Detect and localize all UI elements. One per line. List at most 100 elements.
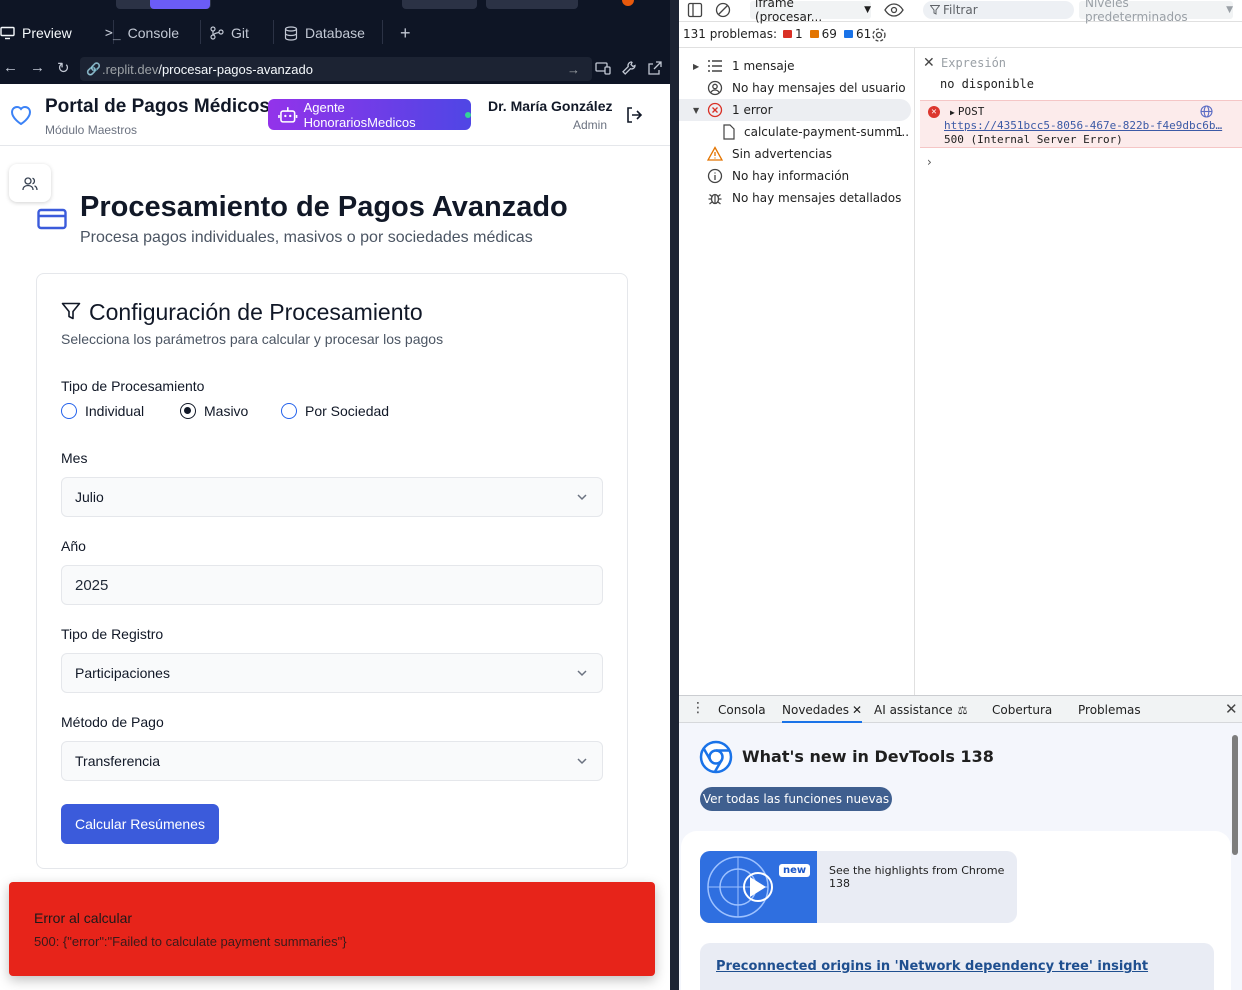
collapse-arrow-icon[interactable]: ▼ — [693, 106, 699, 115]
sidebar-item-user-messages[interactable]: No hay mensajes del usuario — [679, 77, 915, 99]
payment-method-value: Transferencia — [75, 753, 161, 769]
sidebar-item-warnings[interactable]: Sin advertencias — [679, 143, 915, 165]
error-method-label: POST — [957, 105, 985, 118]
close-tab-icon[interactable]: ✕ — [852, 703, 862, 717]
network-globe-icon[interactable] — [1200, 105, 1213, 118]
tab-consola[interactable]: Consola — [718, 703, 766, 717]
sidebar-item-errors[interactable]: ▼ 1 error — [679, 99, 911, 121]
sidebar-item-label: calculate-payment-summ... — [744, 125, 910, 139]
live-expression-input[interactable]: Expresión — [941, 56, 1006, 70]
feature-link-card[interactable]: Preconnected origins in 'Network depende… — [700, 943, 1214, 990]
tab-database[interactable]: Database — [284, 18, 365, 48]
link-icon: 🔗 — [86, 62, 101, 76]
month-select[interactable]: Julio — [61, 477, 603, 517]
expand-arrow-icon[interactable]: ▶ — [950, 108, 955, 117]
replit-top-control[interactable] — [486, 0, 578, 9]
year-label: Año — [61, 538, 86, 554]
config-card: Configuración de Procesamiento Seleccion… — [36, 273, 628, 869]
sidebar-toggle-icon[interactable] — [687, 2, 703, 18]
error-url-link[interactable]: https://4351bcc5-8056-467e-822b-f4e9dbc6… — [944, 119, 1224, 132]
credit-card-icon — [37, 208, 67, 230]
context-select[interactable]: iframe (procesar... ▼ — [750, 0, 871, 24]
wrench-icon[interactable] — [621, 60, 637, 76]
sidebar-item-messages[interactable]: ▶ 1 mensaje — [679, 55, 915, 77]
calculate-summaries-button[interactable]: Calcular Resúmenes — [61, 804, 219, 844]
user-name: Dr. María González — [488, 98, 613, 114]
add-tab-button[interactable]: + — [400, 18, 411, 48]
terminal-icon: >_ — [105, 25, 121, 41]
tab-cobertura[interactable]: Cobertura — [992, 703, 1052, 717]
error-icon: ✕ — [928, 106, 940, 118]
tab-label: Preview — [22, 25, 72, 41]
sidebar-item-error-source[interactable]: calculate-payment-summ... 1 — [679, 121, 915, 143]
monitor-icon — [0, 26, 15, 40]
forward-arrow-icon[interactable]: → — [30, 59, 45, 76]
pane-divider[interactable] — [670, 0, 679, 990]
url-field[interactable]: 🔗 .replit.dev/procesar-pagos-avanzado → — [80, 57, 592, 81]
console-error-message[interactable]: ✕ ▶ POST https://4351bcc5-8056-467e-822b-… — [920, 100, 1242, 148]
console-prompt-icon[interactable]: › — [927, 155, 932, 169]
highlight-card[interactable]: new See the highlights from Chrome 138 — [700, 851, 1017, 923]
expand-arrow-icon[interactable]: ▶ — [693, 62, 699, 71]
tab-console[interactable]: >_ Console — [105, 18, 179, 48]
back-arrow-icon[interactable]: ← — [3, 59, 18, 76]
eye-icon[interactable] — [884, 3, 904, 17]
replit-top-control[interactable] — [402, 0, 477, 9]
tab-git[interactable]: Git — [210, 18, 249, 48]
settings-gear-icon[interactable] — [871, 27, 887, 43]
external-link-icon[interactable] — [647, 60, 663, 76]
sidebar-item-info[interactable]: No hay información — [679, 165, 915, 187]
tab-label: Console — [127, 25, 180, 41]
devtools-pane: iframe (procesar... ▼ Filtrar Niveles pre… — [679, 0, 1242, 990]
error-toast[interactable]: Error al calcular 500: {"error":"Failed … — [9, 882, 655, 976]
payment-method-select[interactable]: Transferencia — [61, 741, 603, 781]
dropdown-arrow-icon: ▼ — [864, 5, 871, 15]
agent-button[interactable]: Agente HonorariosMedicos — [268, 99, 471, 130]
remove-expression-icon[interactable]: ✕ — [923, 55, 935, 71]
reload-icon[interactable]: ↻ — [57, 59, 70, 77]
scrollbar[interactable] — [1232, 735, 1238, 855]
tab-problemas[interactable]: Problemas — [1078, 703, 1141, 717]
chevron-down-icon — [577, 758, 587, 765]
sidebar-item-label: 1 mensaje — [732, 59, 795, 73]
go-arrow-icon[interactable]: → — [567, 62, 580, 77]
new-badge: new — [779, 864, 811, 877]
feature-link[interactable]: Preconnected origins in 'Network depende… — [716, 959, 1148, 974]
radio-label: Masivo — [204, 403, 249, 419]
radio-circle[interactable] — [61, 403, 77, 419]
record-type-value: Participaciones — [75, 665, 170, 681]
logout-icon[interactable] — [625, 106, 645, 124]
clear-console-icon[interactable] — [715, 2, 731, 18]
year-input[interactable]: 2025 — [61, 565, 603, 605]
replit-avatar[interactable] — [622, 0, 634, 6]
database-icon — [284, 25, 298, 41]
see-all-features-button[interactable]: Ver todas las funciones nuevas — [700, 787, 892, 811]
radio-masivo[interactable]: Masivo — [180, 403, 248, 419]
more-options-icon[interactable]: ⋮ — [691, 700, 705, 716]
tab-label: Git — [231, 25, 249, 41]
replit-run-button[interactable] — [150, 0, 210, 9]
users-panel-button[interactable] — [9, 164, 51, 202]
tab-novedades[interactable]: Novedades ✕ — [782, 703, 863, 723]
radio-individual[interactable]: Individual — [61, 403, 144, 419]
user-role: Admin — [572, 118, 607, 132]
levels-value: Niveles predeterminados — [1085, 0, 1188, 24]
error-method[interactable]: ▶ POST — [950, 105, 984, 118]
radio-por-sociedad[interactable]: Por Sociedad — [281, 403, 389, 419]
log-levels-select[interactable]: Niveles predeterminados ▼ — [1079, 0, 1233, 24]
robot-icon — [278, 106, 298, 123]
filter-input[interactable]: Filtrar — [923, 1, 1074, 19]
tab-preview[interactable]: Preview — [0, 18, 72, 48]
tab-label: Novedades — [782, 703, 850, 717]
sidebar-item-verbose[interactable]: No hay mensajes detallados — [679, 187, 915, 209]
devices-icon[interactable] — [595, 60, 611, 76]
url-host: .replit.dev — [101, 61, 159, 77]
plus-icon: + — [400, 22, 411, 43]
radio-circle-selected[interactable] — [180, 403, 196, 419]
issues-counter[interactable]: 131 problemas: 1 69 61 — [683, 27, 871, 41]
tab-ai-assistance[interactable]: AI assistance ⚖ — [874, 703, 968, 717]
close-drawer-icon[interactable]: ✕ — [1225, 700, 1238, 718]
record-type-select[interactable]: Participaciones — [61, 653, 603, 693]
whats-new-title: What's new in DevTools 138 — [742, 747, 994, 766]
radio-circle[interactable] — [281, 403, 297, 419]
